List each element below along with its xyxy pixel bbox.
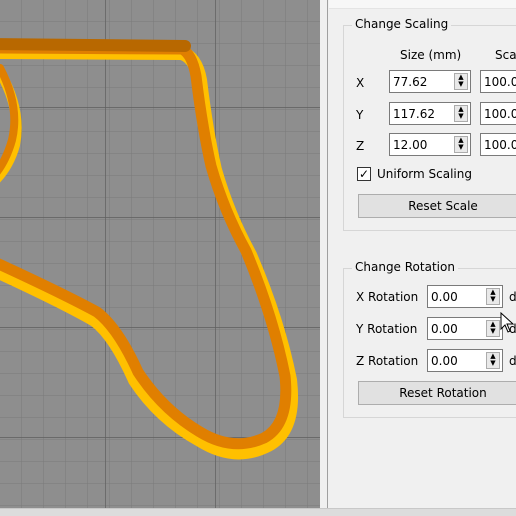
spin-arrows-icon[interactable]: ▲ ▼	[454, 136, 468, 153]
y-rotation-label: Y Rotation	[356, 322, 418, 336]
value: 77.62	[393, 75, 428, 89]
z-rotation-input[interactable]: 0.00 ▲ ▼	[427, 349, 503, 372]
status-strip	[0, 508, 516, 516]
x-rotation-input[interactable]: 0.00 ▲ ▼	[427, 285, 503, 308]
value: 117.62	[393, 107, 435, 121]
y-rotation-input[interactable]: 0.00 ▲ ▼	[427, 317, 503, 340]
size-z-input[interactable]: 12.00 ▲ ▼	[389, 133, 471, 156]
scale-header: Sca	[495, 48, 516, 62]
uniform-scaling-label[interactable]: Uniform Scaling	[377, 167, 472, 181]
size-header: Size (mm)	[400, 48, 462, 62]
axis-label-z: Z	[356, 139, 365, 153]
spin-arrows-icon[interactable]: ▲ ▼	[486, 352, 500, 369]
spin-arrows-icon[interactable]: ▲ ▼	[486, 288, 500, 305]
value: 100.0	[484, 138, 516, 152]
value: 0.00	[431, 354, 458, 368]
scale-x-input[interactable]: 100.0	[480, 70, 516, 93]
value: 12.00	[393, 138, 428, 152]
reset-rotation-button[interactable]: Reset Rotation	[358, 381, 516, 405]
scale-z-input[interactable]: 100.0	[480, 133, 516, 156]
arrow-cursor-icon	[500, 312, 515, 333]
x-rotation-label: X Rotation	[356, 290, 419, 304]
z-rotation-label: Z Rotation	[356, 354, 419, 368]
3d-viewport[interactable]	[0, 0, 320, 508]
spin-arrows-icon[interactable]: ▲ ▼	[454, 73, 468, 90]
value: 100.0	[484, 107, 516, 121]
spin-arrows-icon[interactable]: ▲ ▼	[486, 320, 500, 337]
reset-scale-button[interactable]: Reset Scale	[358, 194, 516, 218]
group-title: Change Scaling	[352, 17, 452, 31]
uniform-scaling-checkbox[interactable]: ✓	[357, 167, 371, 181]
axis-label-x: X	[356, 76, 365, 90]
value: 100.0	[484, 75, 516, 89]
size-y-input[interactable]: 117.62 ▲ ▼	[389, 102, 471, 125]
size-x-input[interactable]: 77.62 ▲ ▼	[389, 70, 471, 93]
z-rotation-unit: d	[509, 354, 516, 368]
panel-top-strip	[329, 0, 516, 9]
check-icon: ✓	[358, 167, 370, 181]
axis-label-y: Y	[356, 108, 364, 122]
spin-arrows-icon[interactable]: ▲ ▼	[454, 105, 468, 122]
scale-y-input[interactable]: 100.0	[480, 102, 516, 125]
x-rotation-unit: d	[509, 290, 516, 304]
splitter[interactable]	[320, 0, 328, 508]
group-title: Change Rotation	[352, 260, 458, 274]
value: 0.00	[431, 290, 458, 304]
model-view	[0, 0, 320, 508]
value: 0.00	[431, 322, 458, 336]
